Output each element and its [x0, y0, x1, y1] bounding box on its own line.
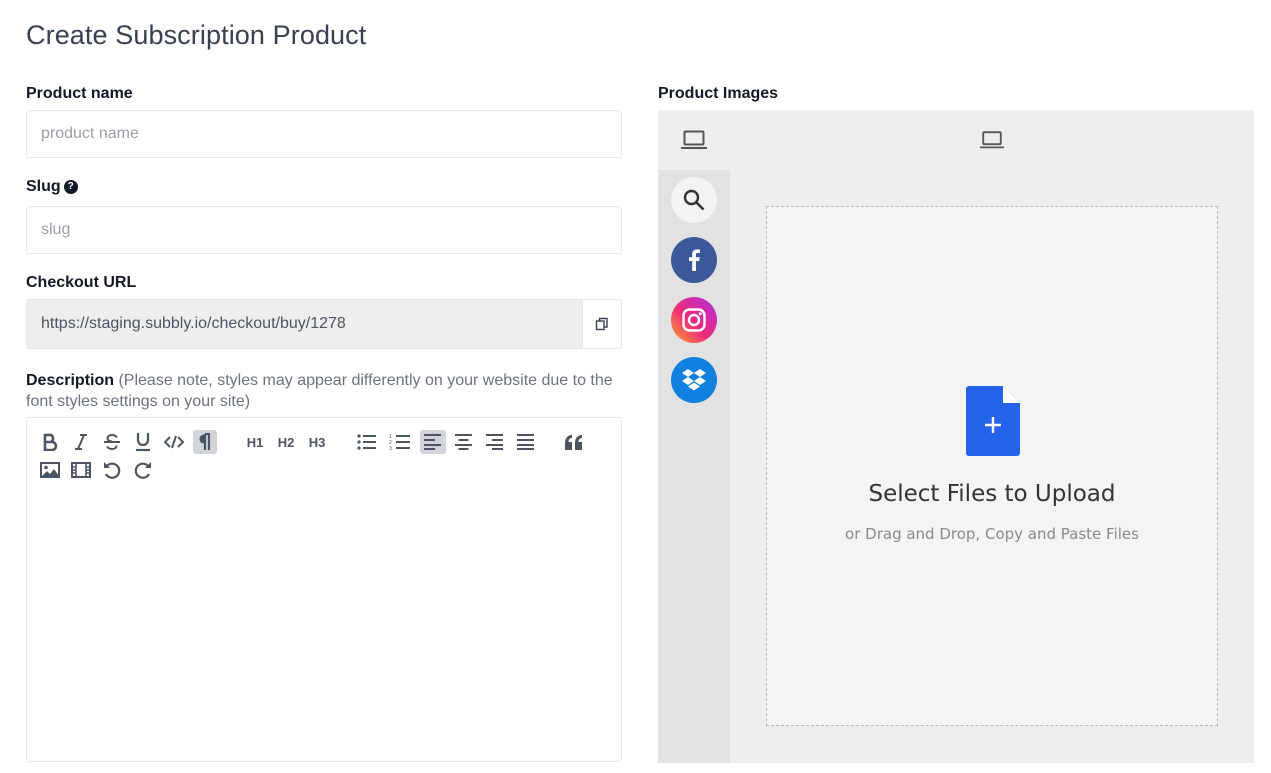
- blockquote-icon: [565, 435, 582, 450]
- code-icon: [164, 435, 184, 449]
- undo-icon: [104, 462, 121, 479]
- picker-topbar: [658, 110, 1254, 170]
- italic-icon: [75, 434, 87, 450]
- underline-button[interactable]: [131, 430, 155, 454]
- dropzone-subtitle: or Drag and Drop, Copy and Paste Files: [845, 525, 1139, 543]
- search-icon: [683, 189, 705, 211]
- description-label-title: Description: [26, 372, 115, 389]
- description-editor[interactable]: H1 H2 H3 123: [26, 417, 622, 762]
- video-film-icon: [71, 462, 91, 478]
- copy-url-button[interactable]: [582, 300, 621, 348]
- product-images-label: Product Images: [658, 85, 779, 102]
- description-label: Description (Please note, styles may app…: [26, 370, 626, 412]
- checkout-url-value: https://staging.subbly.io/checkout/buy/1…: [41, 315, 346, 332]
- dropbox-icon: [682, 369, 706, 391]
- bullet-list-button[interactable]: [355, 430, 379, 454]
- blockquote-button[interactable]: [562, 430, 586, 454]
- strikethrough-button[interactable]: [100, 430, 124, 454]
- checkout-url-label: Checkout URL: [26, 274, 137, 291]
- description-note: (Please note, styles may appear differen…: [26, 372, 613, 410]
- align-justify-button[interactable]: [514, 430, 538, 454]
- strikethrough-icon: [104, 433, 120, 451]
- align-center-button[interactable]: [452, 430, 476, 454]
- bullet-list-icon: [357, 434, 376, 450]
- svg-text:3: 3: [389, 446, 392, 451]
- numbered-list-button[interactable]: 123: [388, 430, 412, 454]
- instagram-source-button[interactable]: [671, 297, 717, 343]
- insert-image-button[interactable]: [38, 458, 62, 482]
- page-title: Create Subscription Product: [26, 20, 367, 50]
- question-circle-icon[interactable]: ?: [63, 180, 78, 194]
- picker-source-sidebar: [658, 170, 730, 763]
- add-file-icon: [966, 386, 1020, 461]
- paragraph-button[interactable]: [193, 430, 217, 454]
- copy-icon: [595, 317, 608, 331]
- my-device-button[interactable]: [681, 130, 707, 155]
- undo-button[interactable]: [100, 458, 124, 482]
- code-button[interactable]: [162, 430, 186, 454]
- heading-1-button[interactable]: H1: [243, 430, 267, 454]
- redo-button[interactable]: [131, 458, 155, 482]
- align-right-button[interactable]: [483, 430, 507, 454]
- picker-main-area: Select Files to Upload or Drag and Drop,…: [730, 170, 1254, 763]
- product-name-label: Product name: [26, 85, 133, 102]
- insert-video-button[interactable]: [69, 458, 93, 482]
- bold-icon: [43, 433, 58, 451]
- align-right-icon: [486, 434, 503, 450]
- heading-2-button[interactable]: H2: [274, 430, 298, 454]
- upload-dropzone[interactable]: Select Files to Upload or Drag and Drop,…: [766, 206, 1218, 726]
- underline-icon: [136, 433, 150, 452]
- italic-button[interactable]: [69, 430, 93, 454]
- product-name-input[interactable]: [26, 110, 622, 158]
- facebook-icon: [689, 249, 700, 271]
- laptop-icon: [980, 131, 1004, 149]
- image-icon: [40, 462, 60, 478]
- slug-label-row: Slug?: [26, 178, 78, 196]
- my-device-tab[interactable]: [980, 130, 1004, 155]
- laptop-icon: [681, 130, 707, 149]
- align-justify-icon: [517, 434, 534, 450]
- file-picker: Select Files to Upload or Drag and Drop,…: [658, 110, 1254, 763]
- slug-input[interactable]: [26, 206, 622, 254]
- dropbox-source-button[interactable]: [671, 357, 717, 403]
- bold-button[interactable]: [38, 430, 62, 454]
- heading-3-button[interactable]: H3: [305, 430, 329, 454]
- dropzone-title: Select Files to Upload: [868, 481, 1116, 507]
- checkout-url-field: https://staging.subbly.io/checkout/buy/1…: [26, 299, 622, 349]
- paragraph-icon: [199, 433, 211, 450]
- align-left-icon: [424, 434, 441, 450]
- align-left-button[interactable]: [420, 430, 446, 454]
- align-center-icon: [455, 434, 472, 450]
- slug-label: Slug: [26, 178, 61, 195]
- numbered-list-icon: 123: [389, 434, 410, 451]
- search-images-button[interactable]: [671, 177, 717, 223]
- facebook-source-button[interactable]: [671, 237, 717, 283]
- instagram-icon: [682, 308, 706, 332]
- redo-icon: [134, 462, 151, 479]
